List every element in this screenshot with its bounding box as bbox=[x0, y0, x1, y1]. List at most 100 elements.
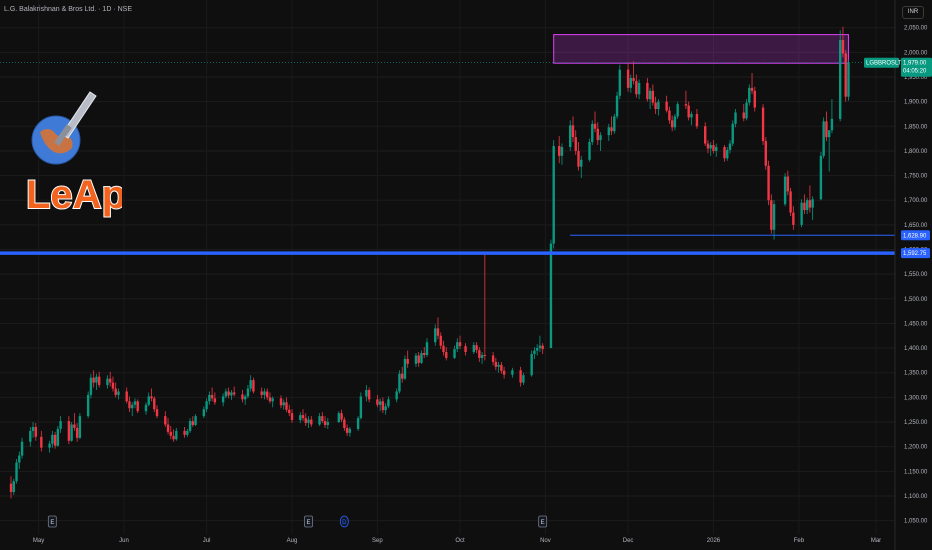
candle-body bbox=[131, 404, 134, 409]
price-tick-label: 1,550.00 bbox=[904, 272, 928, 278]
candle-body bbox=[767, 165, 770, 201]
candle-body bbox=[599, 135, 602, 141]
candle-body bbox=[150, 396, 153, 399]
candle-body bbox=[307, 419, 310, 424]
candle-body bbox=[172, 435, 175, 440]
candle-body bbox=[155, 409, 159, 417]
price-tick-label: 1,450.00 bbox=[904, 321, 928, 327]
candle-body bbox=[398, 373, 401, 392]
candle-body bbox=[569, 125, 572, 147]
candle-body bbox=[478, 350, 481, 358]
candle-body bbox=[632, 77, 635, 81]
candle-body bbox=[114, 388, 117, 395]
candle-body bbox=[436, 328, 440, 336]
price-tick-label: 1,800.00 bbox=[904, 149, 928, 155]
candle-body bbox=[560, 146, 564, 156]
candle-body bbox=[243, 396, 247, 400]
candle-body bbox=[188, 421, 192, 431]
hline-lower-label: 1,592.75 bbox=[903, 251, 927, 257]
candle-body bbox=[326, 422, 330, 425]
candle-body bbox=[213, 398, 217, 403]
candle-body bbox=[133, 401, 137, 405]
candle-body bbox=[51, 434, 54, 444]
price-tick-label: 1,200.00 bbox=[904, 445, 928, 451]
candle-body bbox=[34, 426, 38, 437]
candle-body bbox=[734, 112, 737, 124]
candle-body bbox=[580, 159, 583, 167]
candle-body bbox=[304, 418, 307, 424]
candle-body bbox=[610, 127, 613, 132]
candle-body bbox=[530, 354, 533, 376]
candle-body bbox=[577, 150, 580, 167]
candle-body bbox=[786, 176, 790, 192]
candle-body bbox=[423, 353, 426, 355]
candle-body bbox=[615, 95, 619, 117]
candle-body bbox=[665, 101, 668, 111]
candle-body bbox=[210, 394, 214, 399]
candle-body bbox=[48, 443, 51, 448]
candle-body bbox=[613, 116, 616, 132]
candle-body bbox=[574, 137, 577, 151]
candle-body bbox=[70, 424, 73, 441]
candle-body bbox=[648, 90, 652, 100]
candle-body bbox=[9, 483, 13, 493]
candle-body bbox=[249, 380, 252, 389]
candle-body bbox=[723, 146, 726, 159]
candle-body bbox=[230, 392, 233, 396]
price-chart[interactable]: 2,050.002,000.001,950.001,900.001,850.00… bbox=[0, 0, 932, 550]
candle-body bbox=[805, 200, 809, 211]
candle-body bbox=[268, 397, 272, 402]
candle-body bbox=[626, 69, 630, 88]
candle-body bbox=[792, 212, 795, 225]
time-tick-label: 2026 bbox=[707, 538, 721, 544]
price-tick-label: 2,050.00 bbox=[904, 26, 928, 32]
candle-body bbox=[20, 441, 24, 456]
candle-body bbox=[86, 394, 90, 417]
candle-body bbox=[365, 389, 368, 397]
candle-body bbox=[18, 455, 21, 463]
candle-body bbox=[706, 143, 710, 149]
candle-body bbox=[690, 113, 693, 118]
candle-body bbox=[136, 401, 139, 412]
candle-body bbox=[417, 355, 420, 363]
candle-body bbox=[772, 204, 776, 230]
chart-title: L.G. Balakrishnan & Bros Ltd. · 1D · NSE bbox=[4, 6, 132, 13]
candle-body bbox=[221, 396, 225, 403]
candle-body bbox=[538, 345, 542, 349]
price-tick-label: 1,750.00 bbox=[904, 174, 928, 180]
candle-body bbox=[202, 409, 206, 417]
chart-background bbox=[0, 0, 932, 550]
candle-body bbox=[323, 421, 327, 425]
candle-body bbox=[480, 354, 484, 358]
candle-body bbox=[558, 146, 561, 156]
candle-body bbox=[97, 376, 101, 386]
last-price-label: 1,979.00 bbox=[903, 61, 927, 67]
candle-body bbox=[252, 380, 255, 392]
candle-body bbox=[695, 113, 699, 127]
candle-body bbox=[73, 424, 76, 428]
candle-body bbox=[288, 409, 291, 414]
candle-body bbox=[475, 345, 478, 351]
price-tick-label: 1,900.00 bbox=[904, 100, 928, 106]
candle-body bbox=[800, 202, 803, 225]
candle-body bbox=[340, 413, 343, 420]
currency-button[interactable]: INR bbox=[902, 6, 924, 19]
candle-body bbox=[629, 77, 633, 88]
candle-body bbox=[761, 107, 765, 142]
time-tick-label: Jul bbox=[203, 538, 211, 544]
candle-body bbox=[56, 428, 60, 446]
time-tick-label: Nov bbox=[540, 538, 551, 544]
candle-body bbox=[552, 146, 555, 244]
resistance-zone[interactable] bbox=[553, 34, 849, 64]
candle-body bbox=[728, 143, 732, 150]
candle-body bbox=[726, 149, 729, 159]
candle-body bbox=[458, 342, 462, 347]
candle-body bbox=[808, 200, 812, 208]
candle-body bbox=[310, 419, 313, 425]
price-axis[interactable]: 2,050.002,000.001,950.001,900.001,850.00… bbox=[904, 26, 928, 525]
price-tick-label: 1,350.00 bbox=[904, 371, 928, 377]
candle-body bbox=[535, 348, 539, 351]
price-tick-label: 1,400.00 bbox=[904, 346, 928, 352]
candle-body bbox=[169, 431, 172, 436]
candle-body bbox=[92, 377, 95, 383]
